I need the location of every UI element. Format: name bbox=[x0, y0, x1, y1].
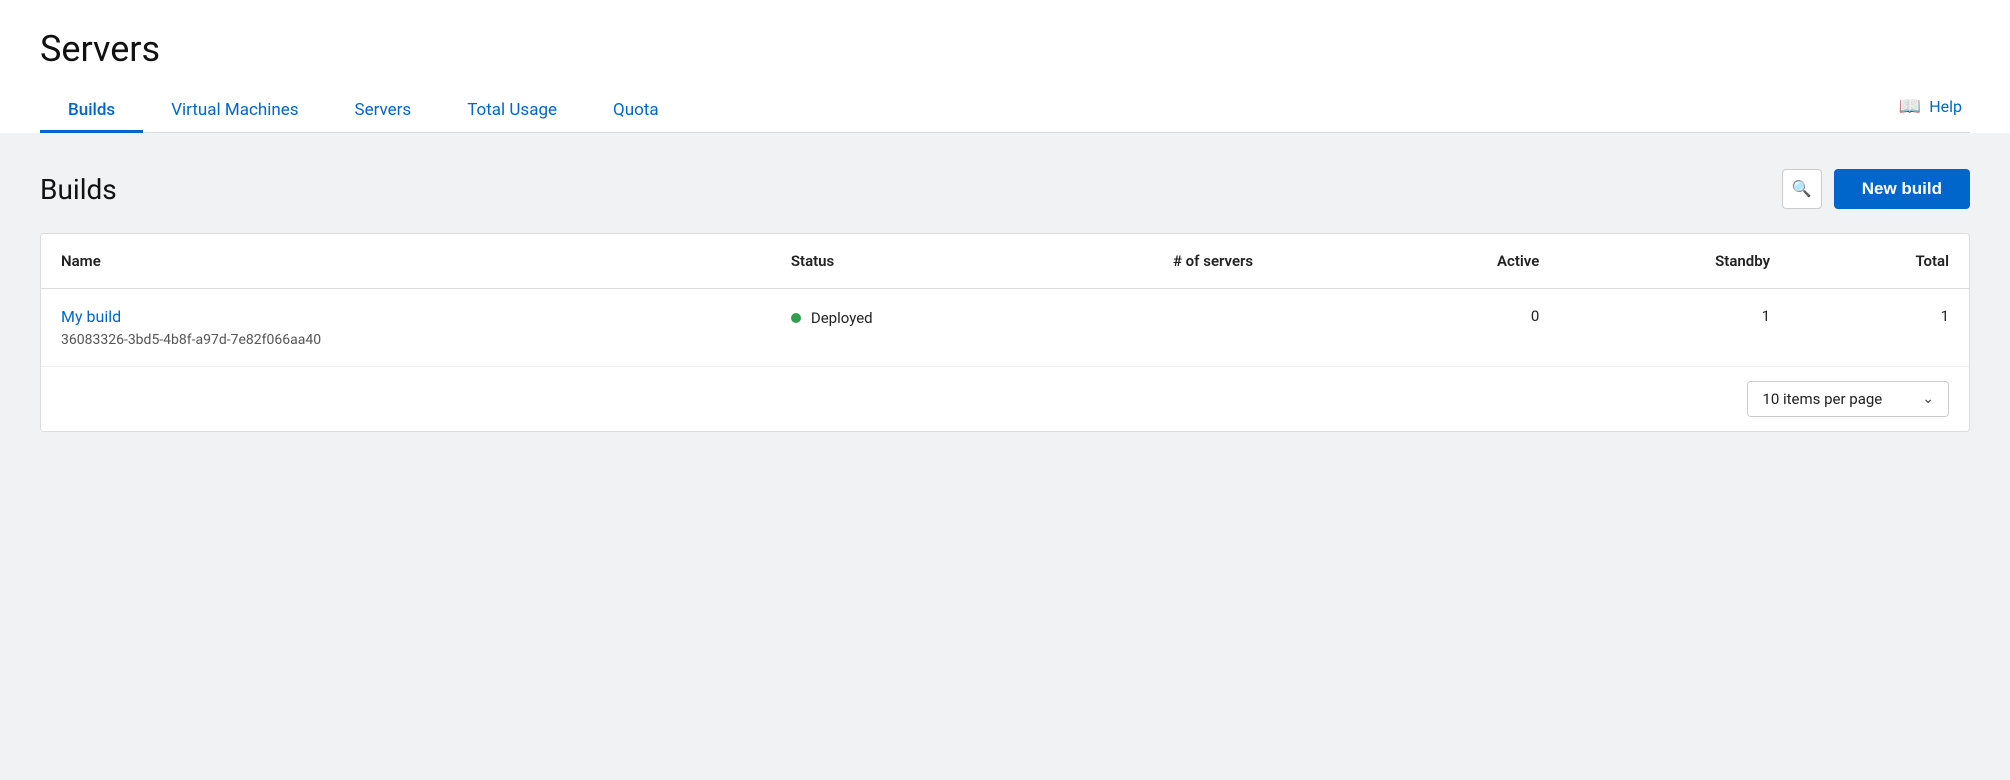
chevron-down-icon: ⌄ bbox=[1922, 391, 1934, 407]
build-name-link[interactable]: My build bbox=[61, 307, 751, 326]
status-label: Deployed bbox=[811, 309, 873, 327]
tab-virtual-machines[interactable]: Virtual Machines bbox=[143, 88, 326, 132]
tab-list: Builds Virtual Machines Servers Total Us… bbox=[40, 88, 687, 132]
builds-table-container: Name Status # of servers Active Standby … bbox=[40, 233, 1970, 432]
build-total-cell: 1 bbox=[1790, 289, 1969, 367]
build-name-cell: My build 36083326-3bd5-4b8f-a97d-7e82f06… bbox=[41, 289, 771, 367]
page-header: Servers Builds Virtual Machines Servers … bbox=[0, 0, 2010, 133]
section-title: Builds bbox=[40, 173, 117, 206]
content-area: Builds 🔍 New build Name Status # of serv… bbox=[0, 133, 2010, 780]
col-header-status: Status bbox=[771, 234, 1067, 289]
col-header-standby: Standby bbox=[1559, 234, 1790, 289]
col-header-name: Name bbox=[41, 234, 771, 289]
table-body: My build 36083326-3bd5-4b8f-a97d-7e82f06… bbox=[41, 289, 1969, 367]
build-servers-cell bbox=[1067, 289, 1359, 367]
build-standby-cell: 1 bbox=[1559, 289, 1790, 367]
tab-quota[interactable]: Quota bbox=[585, 88, 687, 132]
search-button[interactable]: 🔍 bbox=[1782, 169, 1822, 209]
help-label: Help bbox=[1929, 97, 1962, 116]
col-header-servers: # of servers bbox=[1067, 234, 1359, 289]
table-footer: 10 items per page ⌄ bbox=[41, 366, 1969, 431]
table-header: Name Status # of servers Active Standby … bbox=[41, 234, 1969, 289]
tab-servers[interactable]: Servers bbox=[327, 88, 440, 132]
build-status-cell: Deployed bbox=[771, 289, 1067, 367]
tab-navigation: Builds Virtual Machines Servers Total Us… bbox=[40, 88, 1970, 133]
col-header-active: Active bbox=[1359, 234, 1559, 289]
header-actions: 🔍 New build bbox=[1782, 169, 1970, 209]
pagination-label: 10 items per page bbox=[1762, 390, 1882, 408]
search-icon: 🔍 bbox=[1792, 179, 1812, 199]
col-header-total: Total bbox=[1790, 234, 1969, 289]
build-active-cell: 0 bbox=[1359, 289, 1559, 367]
new-build-button[interactable]: New build bbox=[1834, 169, 1970, 209]
pagination-select[interactable]: 10 items per page ⌄ bbox=[1747, 381, 1949, 417]
builds-table: Name Status # of servers Active Standby … bbox=[41, 234, 1969, 366]
page-title: Servers bbox=[40, 28, 1970, 70]
build-id: 36083326-3bd5-4b8f-a97d-7e82f066aa40 bbox=[61, 332, 321, 348]
tab-total-usage[interactable]: Total Usage bbox=[439, 88, 585, 132]
help-link[interactable]: 📖 Help bbox=[1899, 96, 1970, 125]
status-indicator: Deployed bbox=[791, 307, 1047, 327]
table-row: My build 36083326-3bd5-4b8f-a97d-7e82f06… bbox=[41, 289, 1969, 367]
status-dot-green bbox=[791, 313, 801, 323]
help-icon: 📖 bbox=[1899, 96, 1921, 117]
section-header: Builds 🔍 New build bbox=[40, 169, 1970, 209]
tab-builds[interactable]: Builds bbox=[40, 88, 143, 132]
